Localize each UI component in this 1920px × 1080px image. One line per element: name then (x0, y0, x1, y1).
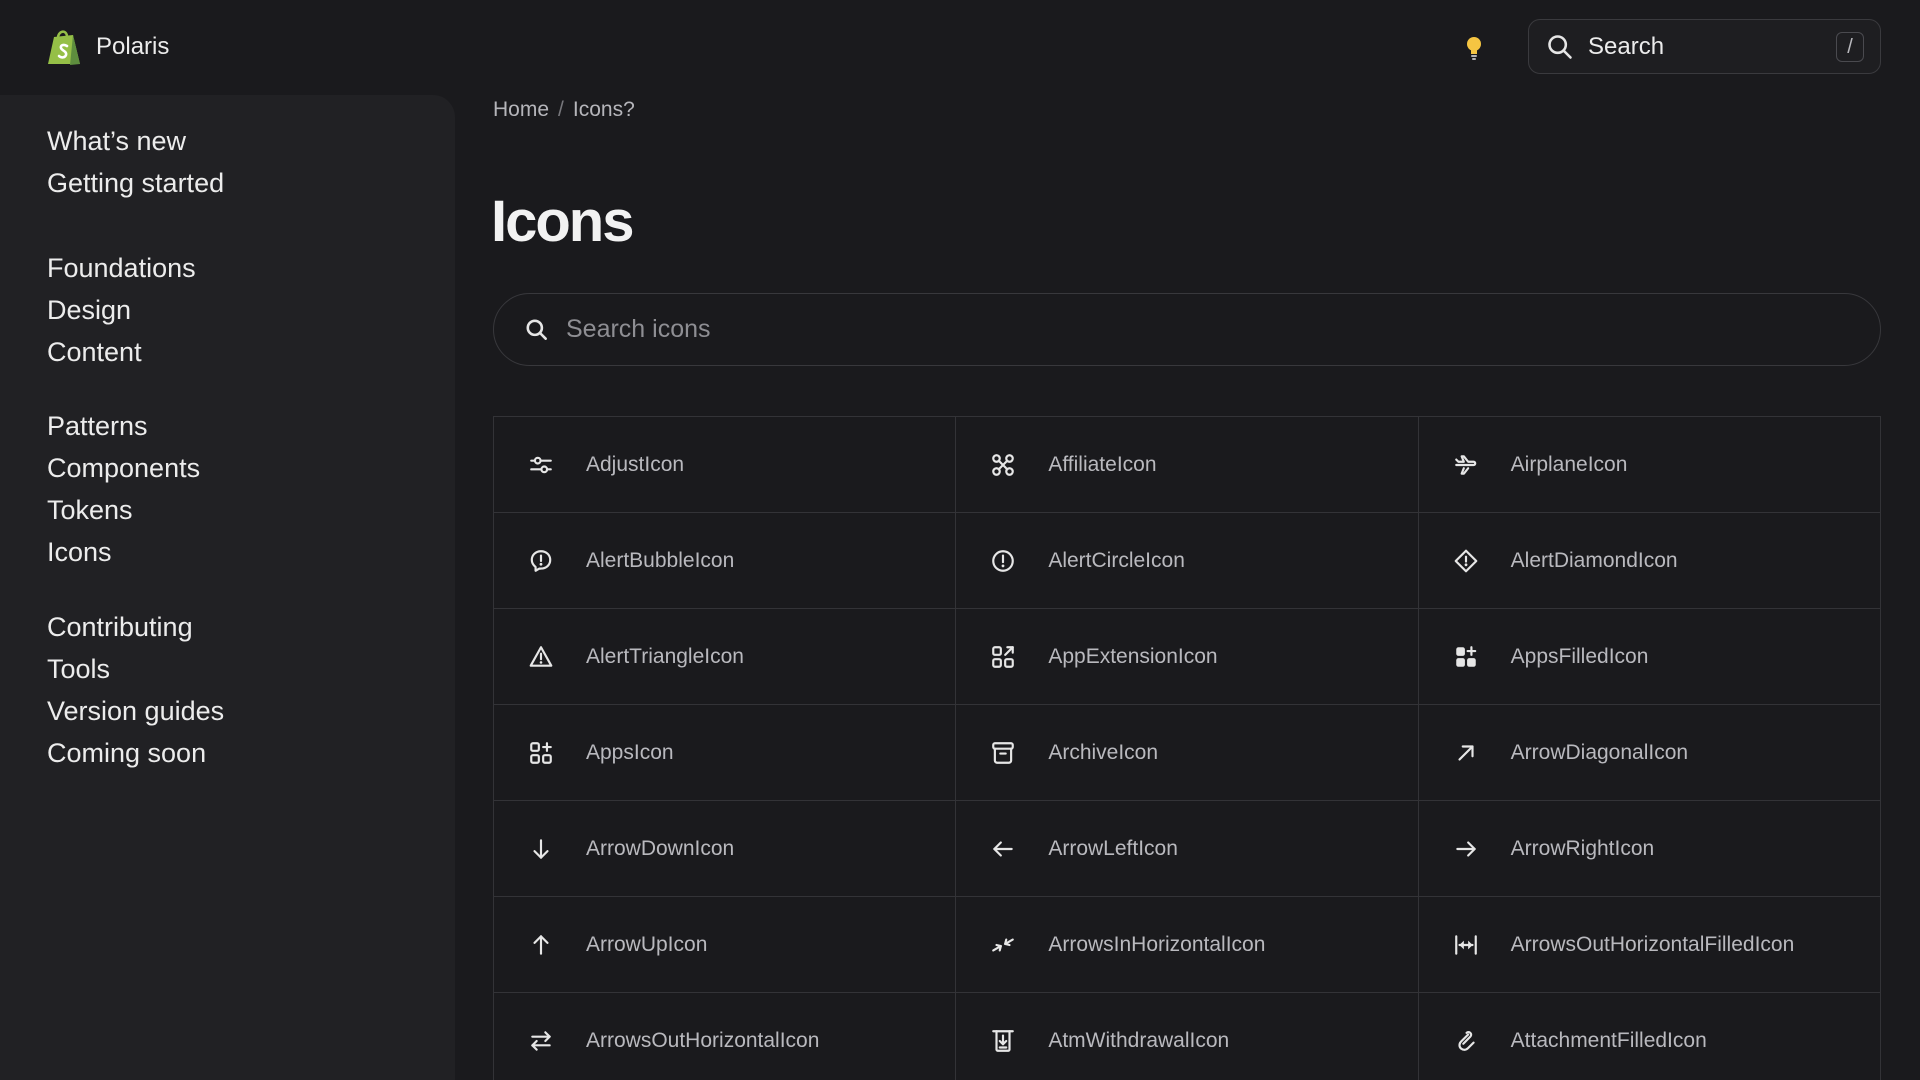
alert-circle-icon (992, 549, 1015, 572)
icon-tile[interactable]: AttachmentFilledIcon (1419, 993, 1881, 1080)
sidebar-item-foundations[interactable]: Foundations (47, 247, 196, 289)
sidebar-item-tools[interactable]: Tools (47, 648, 224, 690)
arrow-right-icon (1455, 840, 1476, 857)
icon-tile-label: AlertTriangleIcon (586, 644, 744, 668)
global-search-button[interactable]: Search / (1528, 19, 1881, 74)
icon-tile[interactable]: ArrowDiagonalIcon (1418, 705, 1881, 801)
icon-tile[interactable]: AlertBubbleIcon (494, 513, 957, 609)
alert-triangle-icon (529, 645, 553, 667)
icon-tile-label: ArrowDownIcon (586, 836, 735, 860)
app-name: Polaris (96, 33, 170, 60)
adjust-icon (530, 456, 552, 473)
sidebar-nav: What’s new Getting started Foundations D… (0, 95, 455, 1080)
atm-withdrawal-icon (992, 1029, 1015, 1052)
icon-tile[interactable]: AppExtensionIcon (956, 609, 1419, 705)
icon-tile-label: AlertCircleIcon (1048, 548, 1185, 572)
arrow-diagonal-icon (1458, 744, 1474, 761)
sidebar-item-whats-new[interactable]: What’s new (47, 120, 224, 162)
icon-tile[interactable]: AtmWithdrawalIcon (956, 993, 1419, 1080)
search-shortcut-key: / (1836, 32, 1864, 62)
icon-tile-label: AppExtensionIcon (1048, 644, 1218, 668)
arrow-left-icon (993, 840, 1014, 857)
arrows-out-horizontal-filled-icon (1454, 934, 1477, 955)
icon-tile[interactable]: AppsFilledIcon (1418, 609, 1881, 705)
icon-tile-label: AffiliateIcon (1048, 452, 1157, 476)
sidebar-item-contributing[interactable]: Contributing (47, 606, 224, 648)
icon-tile[interactable]: ArrowsInHorizontalIcon (956, 897, 1419, 993)
search-icon (1548, 34, 1572, 59)
search-icon (526, 318, 547, 340)
nav-group-intro: What’s new Getting started (47, 120, 224, 204)
icon-tile-label: ArrowsOutHorizontalFilledIcon (1510, 932, 1795, 956)
icon-tile-label: AlertDiamondIcon (1510, 548, 1678, 572)
icon-tile[interactable]: ArrowsOutHorizontalIcon (494, 993, 957, 1080)
alert-bubble-icon (530, 549, 552, 572)
apps-filled-icon (1455, 645, 1476, 667)
icon-tile-label: AirplaneIcon (1510, 452, 1628, 476)
icon-tile[interactable]: AirplaneIcon (1418, 417, 1881, 513)
icon-tile-label: ArchiveIcon (1048, 740, 1159, 764)
arrow-up-icon (533, 934, 549, 955)
top-bar: Polaris Search / (0, 0, 1920, 95)
icon-search-input[interactable] (566, 315, 1766, 344)
icon-tile-label: AppsIcon (586, 740, 674, 764)
icon-tile[interactable]: AlertTriangleIcon (494, 609, 957, 705)
icon-tile-label: AtmWithdrawalIcon (1048, 1028, 1230, 1052)
sidebar-item-getting-started[interactable]: Getting started (47, 162, 224, 204)
search-label: Search (1588, 32, 1665, 60)
breadcrumb-current: Icons? (572, 98, 635, 121)
icon-tile[interactable]: AppsIcon (494, 705, 957, 801)
icon-tile[interactable]: ArrowsOutHorizontalFilledIcon (1418, 897, 1881, 993)
shopify-bag-icon (48, 30, 80, 65)
icon-tile-label: ArrowRightIcon (1510, 836, 1655, 860)
icon-tile[interactable]: AlertCircleIcon (956, 513, 1419, 609)
icon-tile-label: AttachmentFilledIcon (1510, 1028, 1707, 1052)
icon-tile-label: ArrowsOutHorizontalIcon (586, 1028, 820, 1052)
nav-group-foundations: Foundations Design Content (47, 247, 196, 373)
nav-group-resources: Contributing Tools Version guides Coming… (47, 606, 224, 774)
affiliate-icon (992, 453, 1015, 476)
icon-tile[interactable]: ArrowUpIcon (494, 897, 957, 993)
icon-tile[interactable]: ArrowRightIcon (1418, 801, 1881, 897)
sidebar-item-icons[interactable]: Icons (47, 531, 200, 573)
icon-tile-label: AppsFilledIcon (1510, 644, 1649, 668)
sidebar-item-coming-soon[interactable]: Coming soon (47, 732, 224, 774)
icon-tile[interactable]: AffiliateIcon (956, 417, 1419, 513)
breadcrumb-home[interactable]: Home (493, 98, 549, 122)
breadcrumb-separator: / (558, 98, 564, 121)
alert-diamond-icon (1454, 549, 1478, 572)
icon-tile[interactable]: AdjustIcon (494, 417, 957, 513)
icon-tile[interactable]: ArrowLeftIcon (956, 801, 1419, 897)
sidebar-item-tokens[interactable]: Tokens (47, 489, 200, 531)
sidebar-item-content[interactable]: Content (47, 331, 196, 373)
icon-tile-label: AlertBubbleIcon (586, 548, 735, 572)
icon-tile[interactable]: ArchiveIcon (956, 705, 1419, 801)
airplane-icon (1454, 454, 1476, 475)
sidebar-item-version-guides[interactable]: Version guides (47, 690, 224, 732)
app-extension-icon (992, 645, 1015, 668)
icon-tile-label: ArrowDiagonalIcon (1510, 740, 1689, 764)
sidebar-item-design[interactable]: Design (47, 289, 196, 331)
apps-icon (530, 741, 552, 764)
icon-search-field[interactable] (493, 293, 1881, 366)
arrow-down-icon (533, 838, 549, 859)
nav-group-components: Patterns Components Tokens Icons (47, 405, 200, 573)
icon-tile-label: ArrowsInHorizontalIcon (1048, 932, 1266, 956)
breadcrumb: Home / Icons? (493, 98, 635, 122)
icon-tile[interactable]: AlertDiamondIcon (1418, 513, 1881, 609)
page-title: Icons (491, 189, 634, 254)
lightbulb-icon[interactable] (1462, 34, 1486, 62)
icon-tile-label: AdjustIcon (586, 452, 685, 476)
polaris-logo-link[interactable]: Polaris (46, 28, 169, 66)
sidebar-item-patterns[interactable]: Patterns (47, 405, 200, 447)
sidebar-item-components[interactable]: Components (47, 447, 200, 489)
icon-tile[interactable]: ArrowDownIcon (494, 801, 957, 897)
icon-tile-label: ArrowLeftIcon (1048, 836, 1178, 860)
archive-icon (992, 741, 1015, 764)
icon-grid: AdjustIcon AffiliateIcon AirplaneIcon Alert… (493, 416, 1881, 1080)
icon-tile-label: ArrowUpIcon (586, 932, 708, 956)
arrows-in-horizontal-icon (992, 938, 1015, 951)
arrows-out-horizontal-icon (531, 1030, 551, 1051)
attachment-filled-icon (1458, 1030, 1475, 1051)
